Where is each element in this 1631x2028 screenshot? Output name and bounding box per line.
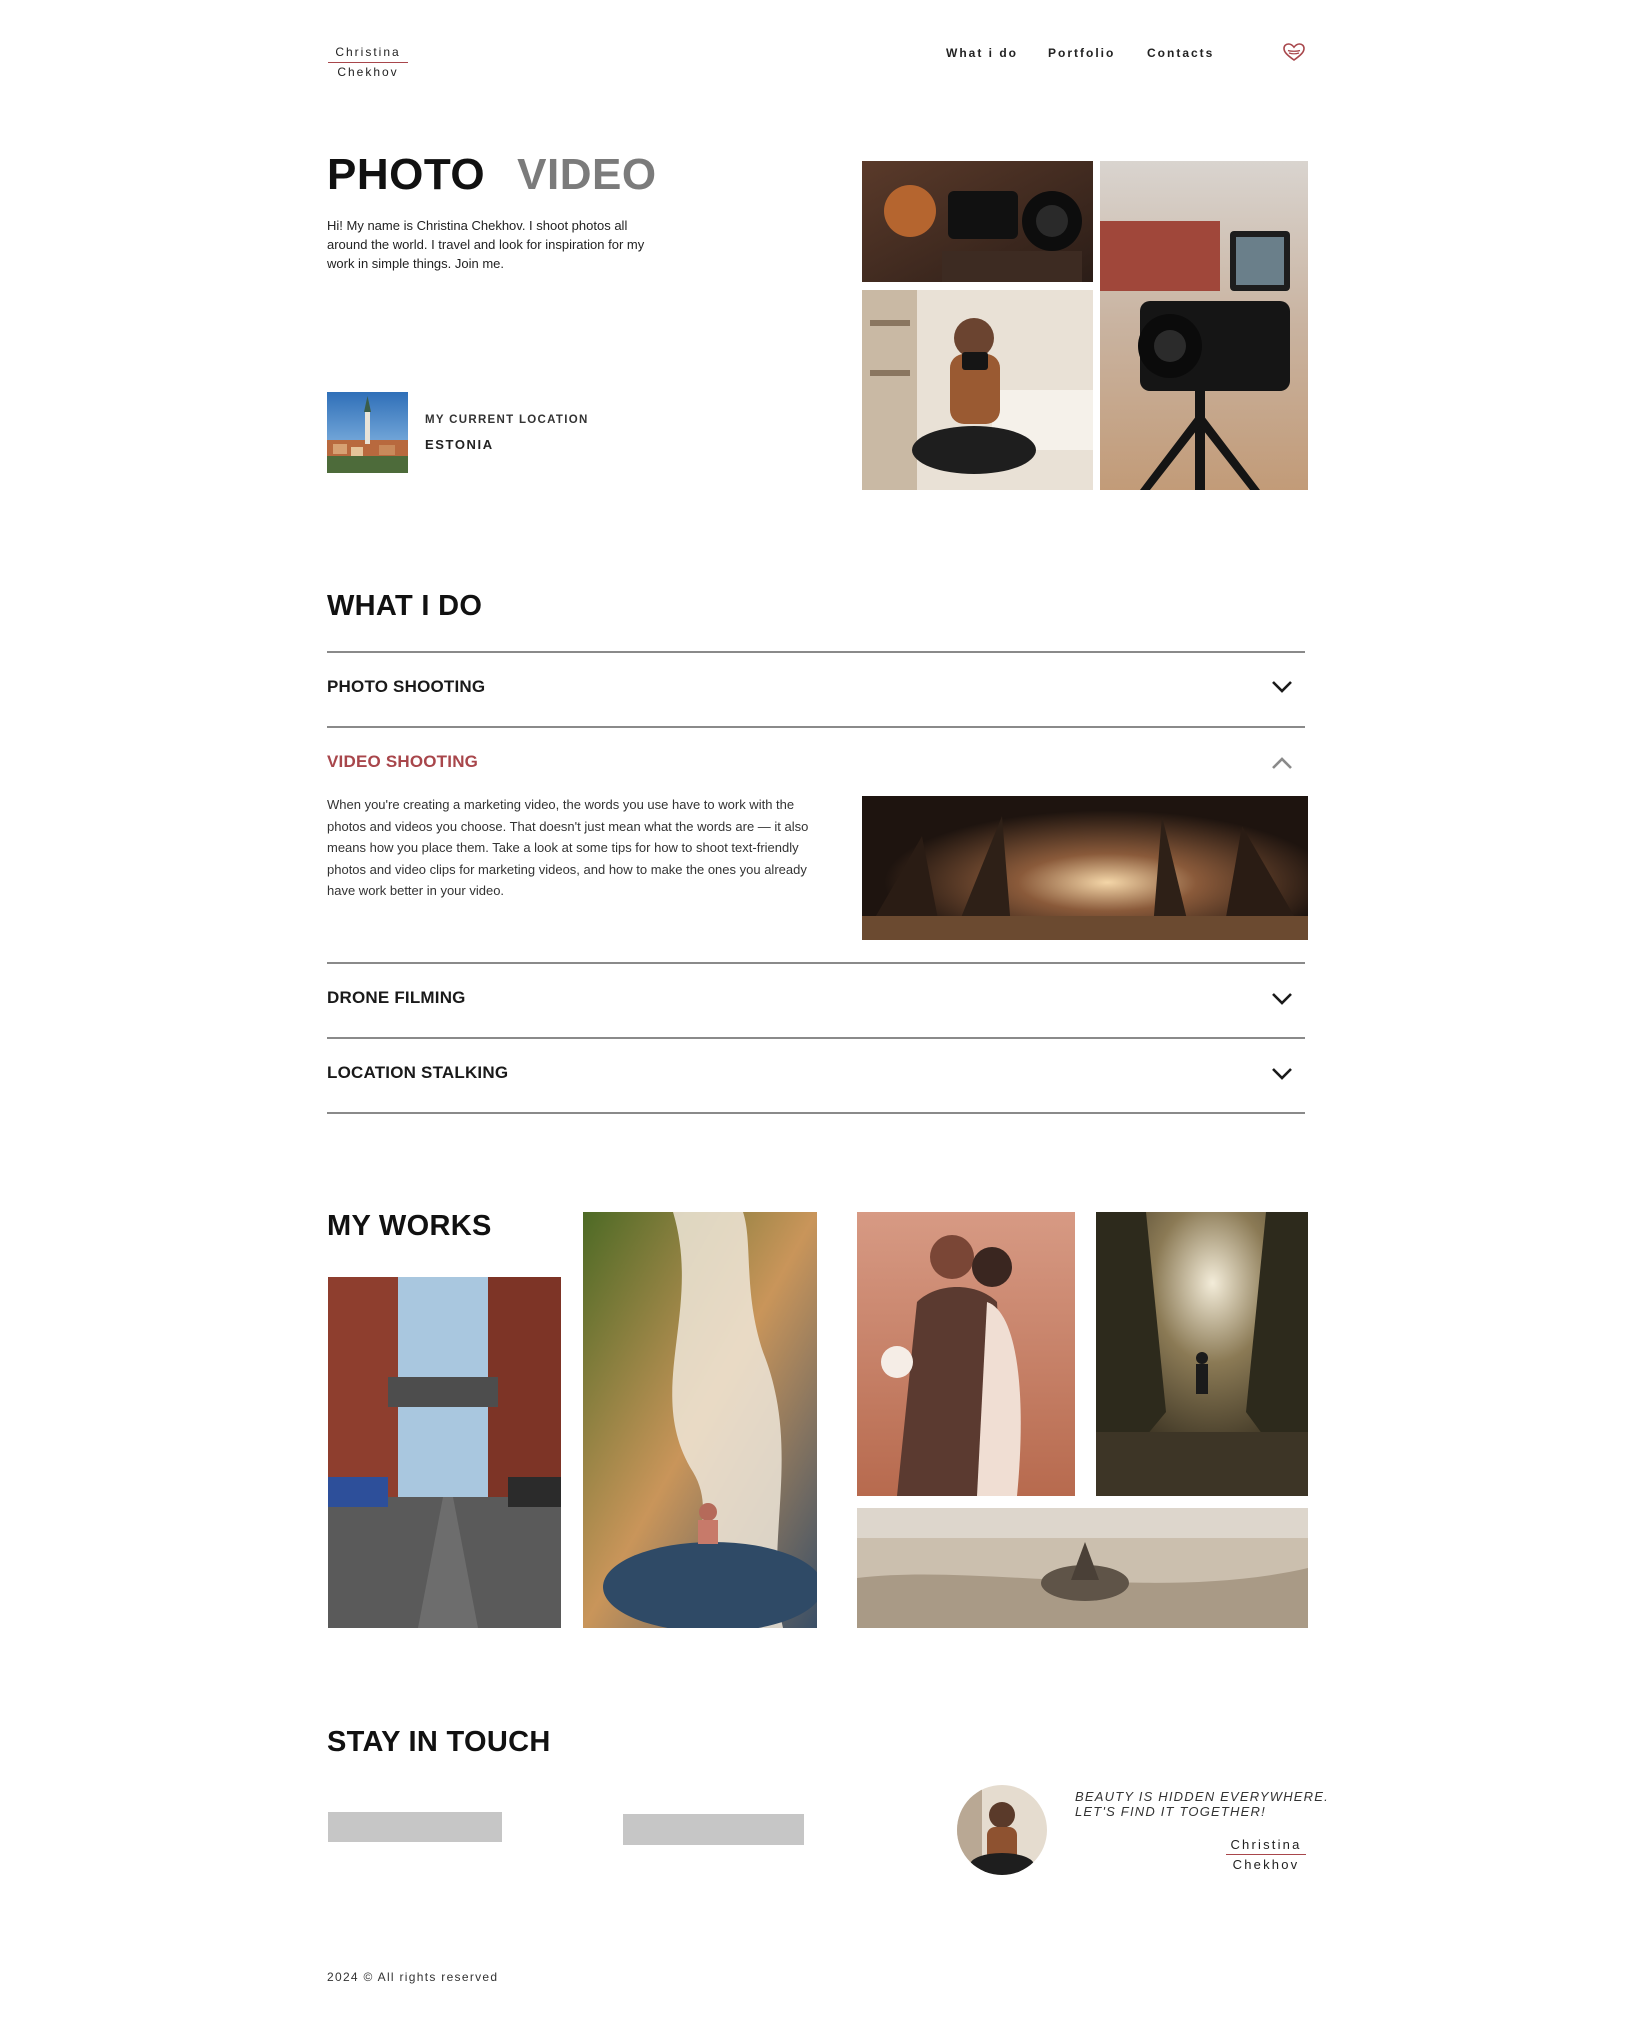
chevron-down-icon[interactable]	[1270, 1066, 1294, 1082]
work-photo-couple[interactable]	[857, 1212, 1075, 1496]
contact-quote-line-2: LET'S FIND IT TOGETHER!	[1075, 1804, 1266, 1819]
location-value: ESTONIA	[425, 437, 494, 452]
accordion-divider	[327, 1112, 1305, 1114]
signature-last-name: Chekhov	[1232, 1857, 1300, 1872]
location-thumbnail	[327, 392, 408, 473]
accordion-divider	[327, 1037, 1305, 1039]
signature: Christina Chekhov	[1226, 1836, 1306, 1873]
section-title-stay-in-touch: STAY IN TOUCH	[327, 1726, 551, 1758]
hero-title-video: VIDEO	[517, 150, 657, 199]
accordion-item-photo-shooting[interactable]: PHOTO SHOOTING	[327, 677, 485, 697]
work-photo-city-street[interactable]	[328, 1277, 561, 1628]
contact-quote-line-1: BEAUTY IS HIDDEN EVERYWHERE.	[1075, 1789, 1329, 1804]
nav-portfolio[interactable]: Portfolio	[1048, 46, 1115, 60]
logo-divider	[328, 62, 408, 63]
accordion-divider	[327, 962, 1305, 964]
logo-last-name: Chekhov	[337, 65, 399, 79]
accordion-photo-tree-tunnel	[862, 796, 1308, 940]
accordion-video-shooting-text: When you're creating a marketing video, …	[327, 797, 809, 898]
hero-title-photo: PHOTO	[327, 150, 486, 199]
location-label: MY CURRENT LOCATION	[425, 414, 589, 426]
accordion-item-drone-filming[interactable]: DRONE FILMING	[327, 988, 466, 1008]
heart-icon[interactable]	[1282, 42, 1306, 62]
accordion-divider	[327, 651, 1305, 653]
logo[interactable]: Christina Chekhov	[328, 44, 408, 81]
hero-intro-text: Hi! My name is Christina Chekhov. I shoo…	[327, 218, 645, 271]
accordion-divider	[327, 726, 1305, 728]
work-photo-forest-path[interactable]	[1096, 1212, 1308, 1496]
hero-title: PHOTO VIDEO	[327, 150, 657, 200]
logo-first-name: Christina	[335, 45, 401, 59]
chevron-down-icon[interactable]	[1270, 679, 1294, 695]
signature-first-name: Christina	[1230, 1837, 1302, 1852]
hero-photo-cinema-camera	[1100, 161, 1308, 490]
hero-photo-woman-camera	[862, 290, 1093, 490]
work-photo-waterfall[interactable]	[583, 1212, 817, 1628]
hero-photo-camera-closeup	[862, 161, 1093, 282]
footer-copyright: 2024 © All rights reserved	[327, 1970, 499, 1984]
work-photo-island-aerial[interactable]	[857, 1508, 1308, 1628]
signature-divider	[1226, 1854, 1306, 1855]
section-title-my-works: MY WORKS	[327, 1210, 492, 1242]
contact-quote: BEAUTY IS HIDDEN EVERYWHERE. LET'S FIND …	[1075, 1789, 1329, 1819]
chevron-up-icon[interactable]	[1270, 755, 1294, 771]
nav-what-i-do[interactable]: What i do	[946, 46, 1018, 60]
avatar	[957, 1785, 1047, 1875]
accordion-item-video-shooting[interactable]: VIDEO SHOOTING	[327, 752, 478, 772]
contact-link-placeholder[interactable]	[623, 1814, 804, 1845]
contact-link-placeholder[interactable]	[328, 1812, 502, 1842]
chevron-down-icon[interactable]	[1270, 991, 1294, 1007]
nav-contacts[interactable]: Contacts	[1147, 46, 1214, 60]
accordion-item-location-stalking[interactable]: LOCATION STALKING	[327, 1063, 508, 1083]
section-title-what-i-do: WHAT I DO	[327, 590, 483, 622]
